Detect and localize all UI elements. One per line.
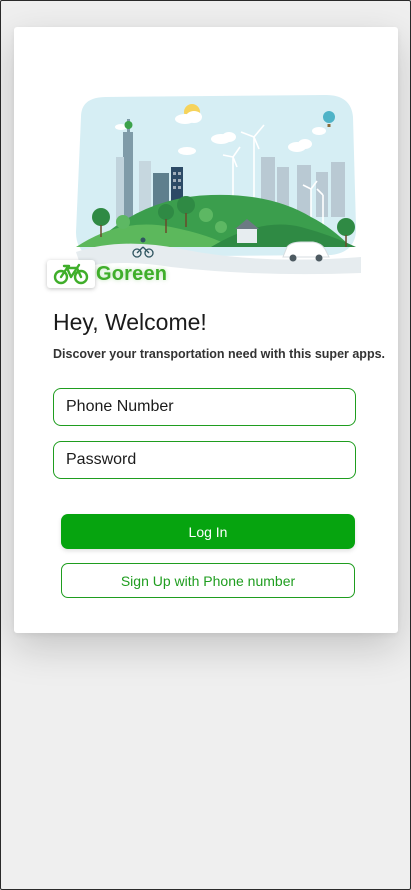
welcome-subtitle: Discover your transportation need with t… bbox=[53, 347, 386, 361]
welcome-title: Hey, Welcome! bbox=[53, 309, 207, 335]
password-input[interactable]: Password bbox=[53, 441, 356, 479]
green-city-illustration bbox=[76, 95, 361, 275]
password-placeholder: Password bbox=[66, 451, 137, 468]
signup-phone-button[interactable]: Sign Up with Phone number bbox=[61, 563, 355, 598]
phone-number-placeholder: Phone Number bbox=[66, 398, 174, 415]
bicycle-icon bbox=[47, 260, 95, 288]
brand: Goreen bbox=[47, 260, 167, 288]
brand-name: Goreen bbox=[96, 262, 168, 285]
login-button[interactable]: Log In bbox=[61, 514, 355, 549]
login-card: Goreen Hey, Welcome! Discover your trans… bbox=[14, 27, 398, 633]
phone-number-input[interactable]: Phone Number bbox=[53, 388, 356, 426]
